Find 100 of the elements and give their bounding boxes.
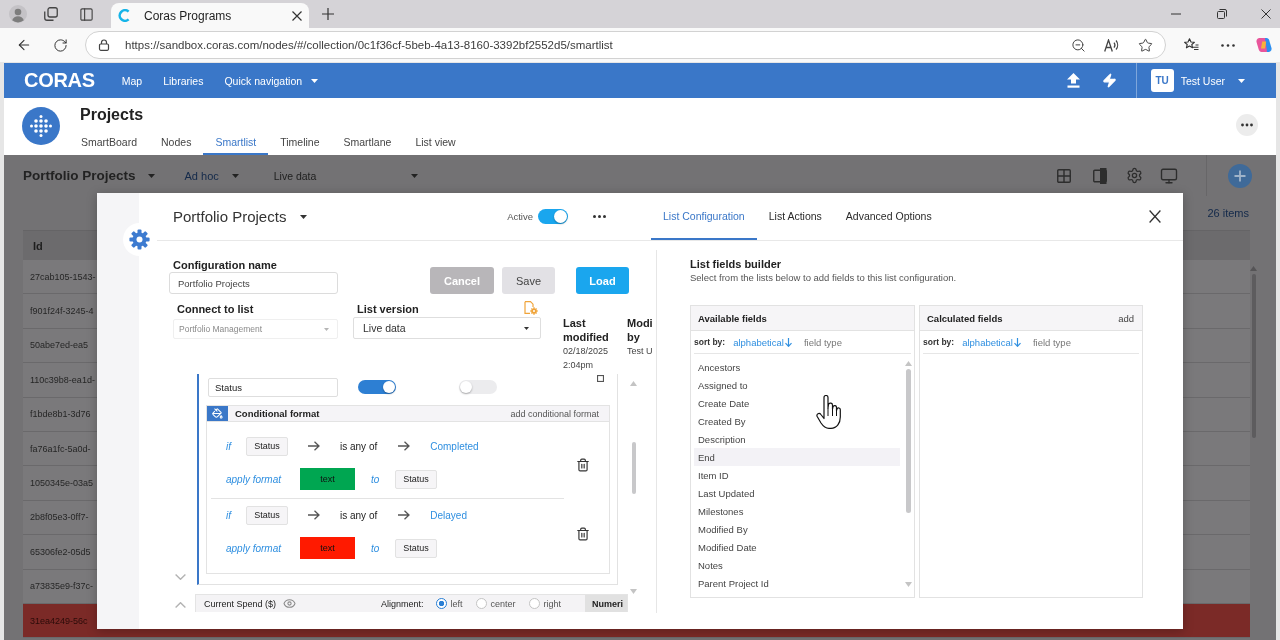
favorites-icon[interactable] — [1184, 38, 1199, 52]
field-list-item[interactable]: Created By — [694, 412, 900, 430]
eye-icon[interactable] — [283, 597, 297, 610]
split-view-icon[interactable] — [1093, 167, 1107, 184]
upload-icon[interactable] — [1066, 73, 1080, 88]
new-tab-icon[interactable] — [322, 8, 334, 20]
condition-value[interactable]: Completed — [430, 440, 479, 452]
secondary-button[interactable]: Save — [502, 267, 555, 294]
project-tab[interactable]: Smartlane — [331, 130, 404, 155]
nav-link[interactable]: Quick navigation — [224, 74, 319, 87]
version-select[interactable]: Live data — [353, 317, 541, 339]
caret-icon — [231, 173, 239, 178]
more-icon[interactable] — [1236, 114, 1258, 136]
toggle-switch[interactable] — [538, 209, 568, 224]
sort-option[interactable]: field type — [1032, 336, 1071, 348]
scrollbar-thumb[interactable] — [905, 369, 911, 513]
user-menu[interactable]: Test User — [1180, 74, 1245, 87]
project-tab[interactable]: List view — [403, 130, 468, 155]
alignment-option[interactable]: center — [475, 598, 516, 609]
operator-text: is any of — [340, 440, 378, 452]
field-select[interactable]: Status — [246, 436, 288, 456]
sort-option[interactable]: alphabetical — [733, 336, 792, 348]
field-list-item[interactable]: Last Updated — [694, 484, 900, 502]
brand-logo[interactable]: CORAS — [24, 69, 95, 92]
sort-option[interactable]: alphabetical — [962, 336, 1021, 348]
field-list-item[interactable]: Notes — [694, 556, 900, 574]
field-label: Configuration name — [172, 258, 278, 272]
close-icon[interactable] — [1261, 9, 1271, 19]
toggle-switch[interactable] — [358, 380, 396, 394]
url-text: https://sandbox.coras.com/nodes/#/collection/0c1f36cf-5beb-4a13-8160-3392bf2552d5/smartlist — [125, 39, 613, 51]
refresh-icon[interactable] — [53, 37, 68, 53]
site-info-icon[interactable] — [98, 39, 110, 51]
tabs-icon[interactable] — [44, 7, 58, 21]
field-list-item[interactable]: Assigned to — [694, 376, 900, 394]
field-list-item[interactable]: Milestones — [694, 502, 900, 520]
to-keyword: to — [371, 542, 380, 554]
dialog-tab[interactable]: Advanced Options — [833, 193, 944, 240]
read-aloud-icon[interactable] — [1104, 38, 1119, 52]
add-icon[interactable] — [1228, 163, 1252, 188]
alignment-label: Alignment: — [381, 598, 424, 609]
nav-link[interactable]: Libraries — [163, 74, 204, 87]
field-select[interactable]: Status — [246, 505, 288, 525]
field-select[interactable]: Status — [395, 469, 437, 489]
dialog-tab[interactable]: List Actions — [756, 193, 834, 240]
monitor-icon[interactable] — [1160, 166, 1178, 185]
toggle-switch[interactable] — [459, 380, 497, 394]
field-name-input[interactable]: Status — [208, 377, 338, 397]
add-conditional-format-link[interactable]: add conditional format — [510, 408, 599, 419]
square-icon[interactable] — [597, 375, 604, 382]
dialog-tab[interactable]: List Configuration — [651, 193, 757, 240]
dot-grid-icon[interactable] — [22, 107, 60, 145]
configuration-name-input[interactable]: Portfolio Projects — [169, 272, 338, 294]
field-list-item[interactable]: Modified By — [694, 520, 900, 538]
alignment-option[interactable]: left — [435, 598, 463, 609]
field-list-item[interactable]: Ancestors — [694, 358, 900, 376]
radio-button[interactable] — [528, 598, 540, 609]
version-dropdown[interactable]: Live data — [273, 169, 418, 182]
field-list-item[interactable]: Modified Date — [694, 538, 900, 556]
user-avatar[interactable]: TU — [1150, 69, 1174, 92]
field-list-item[interactable]: Parent Project Id — [694, 574, 900, 592]
alignment-option[interactable]: right — [528, 598, 562, 609]
zoom-out-icon[interactable] — [1071, 37, 1086, 53]
grid-icon[interactable] — [1057, 168, 1071, 183]
sort-option[interactable]: field type — [803, 336, 842, 348]
restore-icon[interactable] — [1217, 9, 1227, 19]
lightning-icon[interactable] — [1101, 73, 1117, 88]
trash-icon[interactable] — [576, 526, 590, 541]
format-swatch[interactable]: text — [300, 537, 355, 559]
field-list-item[interactable]: Item ID — [694, 466, 900, 484]
more-icon[interactable] — [1221, 43, 1235, 47]
sidebar-icon[interactable] — [79, 6, 94, 22]
format-swatch[interactable]: text — [300, 468, 355, 490]
field-list-item[interactable]: End — [694, 448, 900, 466]
radio-button[interactable] — [475, 598, 487, 609]
address-field[interactable]: https://sandbox.coras.com/nodes/#/collection/0c1f36cf-5beb-4a13-8160-3392bf2552d5/smartlist — [85, 31, 1166, 59]
radio-button[interactable] — [435, 598, 447, 609]
scrollbar-thumb[interactable] — [631, 442, 636, 494]
project-tab[interactable]: SmartBoard — [69, 130, 150, 155]
condition-value[interactable]: Delayed — [430, 509, 467, 521]
back-icon[interactable] — [16, 37, 32, 53]
nav-link[interactable]: Map — [121, 74, 143, 87]
field-select[interactable]: Status — [395, 538, 437, 558]
settings-icon[interactable] — [1126, 167, 1143, 184]
profile-icon[interactable] — [9, 5, 27, 23]
more-icon[interactable] — [593, 215, 606, 218]
close-icon[interactable] — [292, 10, 302, 21]
trash-icon[interactable] — [576, 457, 590, 472]
browser-tab[interactable]: Coras Programs — [111, 3, 309, 28]
close-button[interactable] — [1149, 210, 1161, 223]
field-type-chip[interactable]: Numeri — [585, 595, 627, 612]
app-logo-icon[interactable] — [1256, 37, 1272, 53]
field-list-item[interactable]: Create Date — [694, 394, 900, 412]
scrollbar-thumb[interactable] — [1251, 274, 1256, 438]
project-tab[interactable]: Nodes — [149, 130, 204, 155]
field-list-item[interactable]: Description — [694, 430, 900, 448]
star-icon[interactable] — [1138, 37, 1153, 53]
table-cell: 27cab105-1543- — [30, 271, 96, 282]
add-link[interactable]: add — [1118, 312, 1134, 324]
title-dropdown[interactable]: Portfolio Projects — [173, 208, 308, 225]
project-tab[interactable]: Timeline — [268, 130, 332, 155]
